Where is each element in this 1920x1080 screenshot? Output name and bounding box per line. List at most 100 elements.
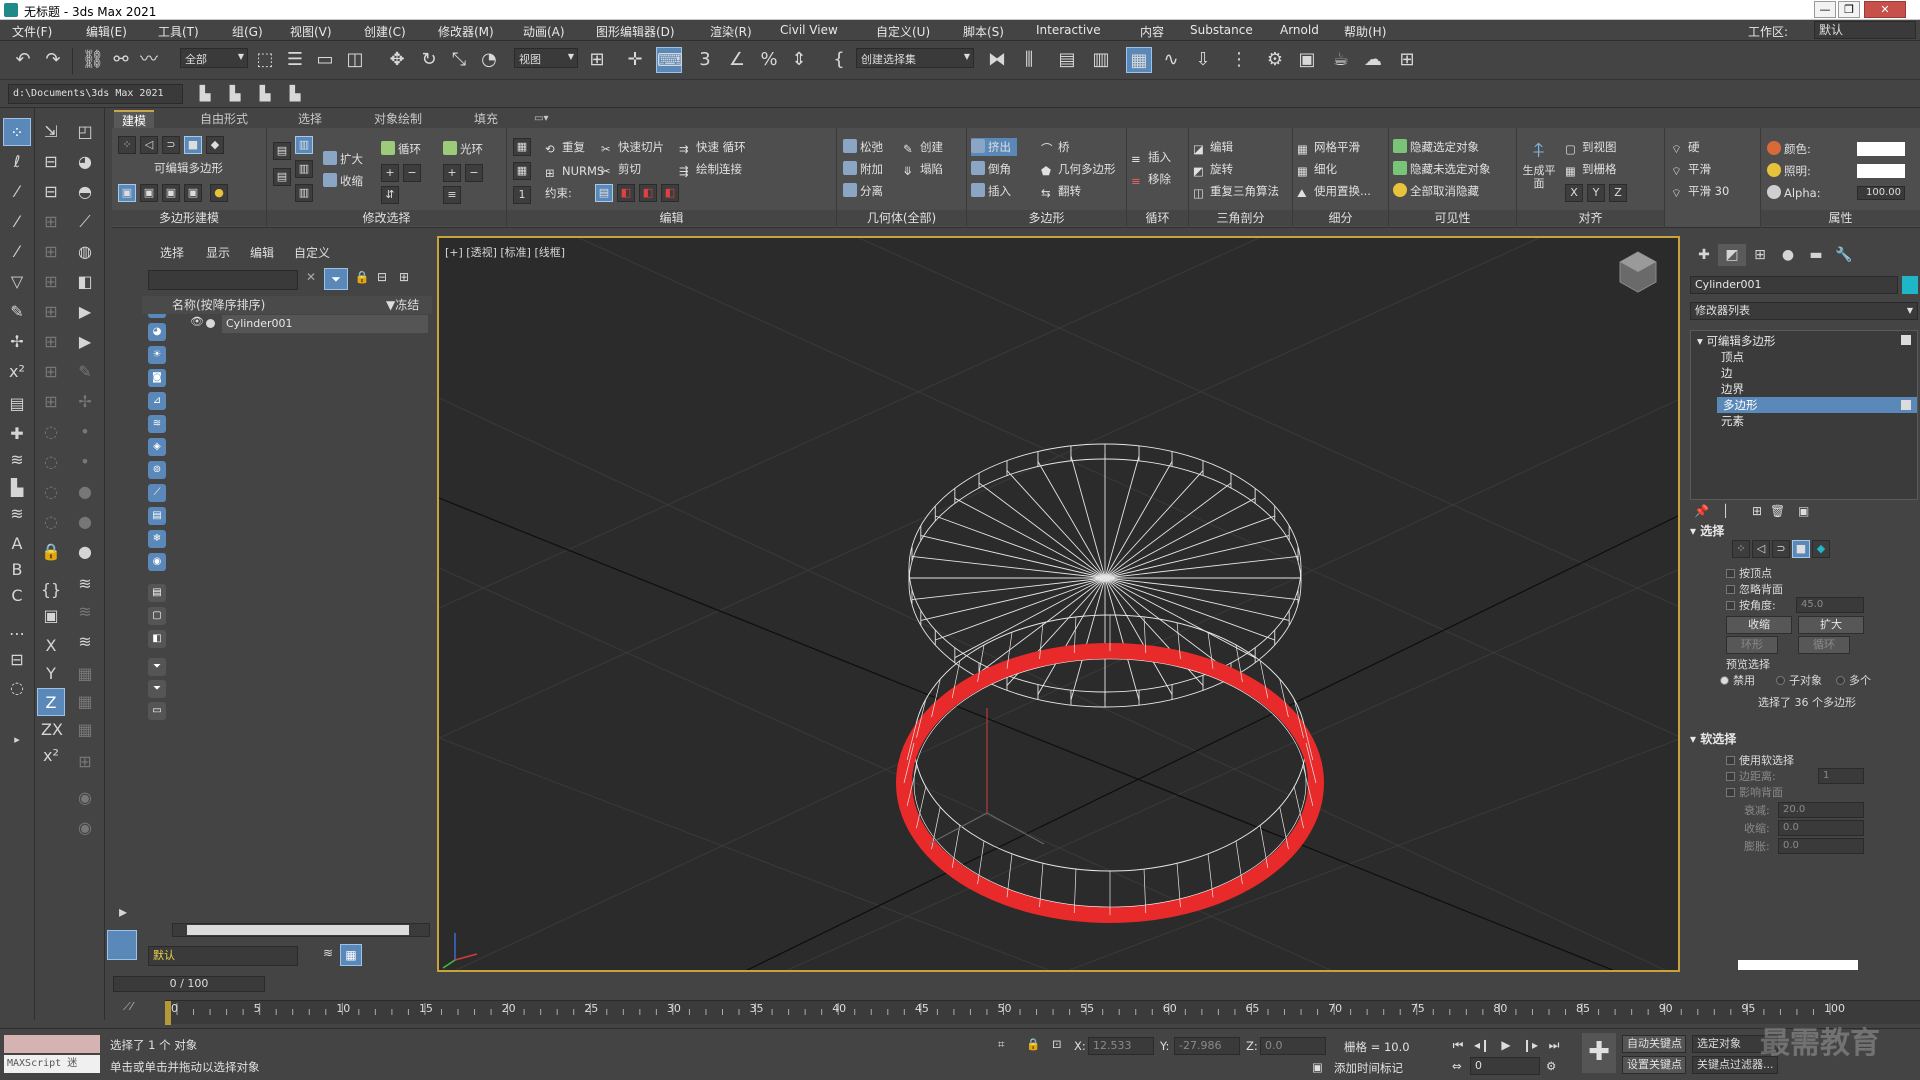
edge-distance-spinner[interactable]: 1 [1818, 768, 1864, 784]
geopoly-button[interactable]: ⬟ 几何多边形 [1041, 160, 1116, 178]
menu-views[interactable]: 视图(V) [290, 23, 332, 40]
scrollbar-thumb[interactable] [187, 925, 409, 935]
hierarchy-tab-icon[interactable]: ⊞ [1746, 244, 1774, 266]
tool2-f-icon[interactable]: ◓ [71, 178, 99, 206]
project-path-dropdown[interactable]: d:\Documents\3ds Max 2021 [8, 84, 183, 104]
alpha-input[interactable]: 100.00 [1857, 186, 1905, 200]
selection-filter-dropdown[interactable]: 全部 ▼ [180, 48, 248, 68]
select-manipulate-icon[interactable]: ✛ [622, 47, 648, 73]
clipboard-icon[interactable]: ▣ [37, 602, 65, 630]
detach-button[interactable]: 分离 [843, 182, 883, 200]
project-save-icon[interactable]: ▙ [282, 81, 308, 107]
tool2-z-icon[interactable]: ● [71, 478, 99, 506]
tool2-ah-icon[interactable]: ◉ [71, 784, 99, 812]
retriangulate-button[interactable]: ◫ 重复三角算法 [1193, 182, 1279, 200]
select-tool-icon[interactable]: ⁘ [3, 118, 31, 146]
y-coordinate-input[interactable]: -27.986 [1174, 1037, 1240, 1055]
flip-button[interactable]: ⇆ 翻转 [1041, 182, 1081, 200]
align-y-icon[interactable]: Y [1587, 184, 1605, 202]
se-menu-edit[interactable]: 编辑 [250, 244, 274, 261]
shrink-button[interactable]: 收缩 [323, 172, 363, 190]
tool2-af-icon[interactable]: ▦ [71, 716, 99, 744]
grow-button[interactable]: 扩大 [323, 150, 363, 168]
element-mode-icon[interactable]: ◆ [206, 136, 224, 154]
unhide-all-button[interactable]: 全部取消隐藏 [1393, 182, 1479, 200]
modsel-tool-b-icon[interactable]: ▥ [295, 136, 313, 154]
edit-spinner-icon[interactable]: 1 [513, 186, 531, 204]
filter-funnel-2-icon[interactable]: ⏷ [148, 680, 166, 698]
sel-border-icon[interactable]: ⊃ [1772, 540, 1790, 558]
layer-view-icon[interactable]: ⊞ [394, 270, 414, 290]
make-planar-label[interactable]: 生成平面 [1521, 164, 1557, 192]
render-setup-icon[interactable]: ⚙ [1262, 47, 1288, 73]
polygon-mode-icon[interactable]: ■ [184, 136, 202, 154]
tool2-n-icon[interactable]: ▶ [71, 298, 99, 326]
collapse-button[interactable]: ⤋ 塌陷 [903, 160, 943, 178]
modsel-tool-e-icon[interactable]: ▥ [295, 184, 313, 202]
scale-icon[interactable]: ⤡ [446, 47, 472, 73]
scene-explorer-icon[interactable]: ▦ [1126, 47, 1152, 73]
use-soft-checkbox[interactable]: 使用软选择 [1726, 752, 1794, 768]
filter-xrefs-icon[interactable]: ⊚ [148, 461, 166, 479]
grow-sel-button[interactable]: 扩大 [1798, 616, 1864, 634]
menu-scripting[interactable]: 脚本(S) [963, 23, 1004, 40]
axis-y-icon[interactable]: Y [37, 660, 65, 688]
filter-bones-icon[interactable]: ⟋ [148, 484, 166, 502]
trackbar-toggle-icon[interactable]: ⟋⁄ [123, 1000, 153, 1020]
poly-tool-1-icon[interactable]: ▣ [118, 184, 136, 202]
tool2-r-icon[interactable]: ✎ [71, 358, 99, 386]
poly-tool-3-icon[interactable]: ▣ [162, 184, 180, 202]
insert-loop-button[interactable]: ≡ 插入 [1131, 148, 1171, 166]
slice-icon[interactable]: ▙ [3, 474, 31, 502]
clear-search-icon[interactable]: ✕ [302, 270, 320, 290]
to-view-button[interactable]: ▢ 到视图 [1565, 138, 1617, 156]
undo-icon[interactable]: ↶ [10, 47, 36, 73]
create-tab-icon[interactable]: ✚ [1690, 244, 1718, 266]
maxscript-listener-input[interactable] [4, 1035, 100, 1053]
stack-item-polygon-toggle[interactable] [1901, 400, 1911, 410]
named-selection-dropdown[interactable]: 创建选择集 ▼ [856, 48, 974, 68]
link-icon[interactable]: ⛓ [80, 47, 106, 73]
project-folder-icon[interactable]: ▙ [192, 81, 218, 107]
border-mode-icon[interactable]: ⊃ [162, 136, 180, 154]
sel-vertex-icon[interactable]: ⁘ [1732, 540, 1750, 558]
repeat-button[interactable]: ⟲ 重复 [545, 138, 585, 156]
z-coordinate-input[interactable]: 0.0 [1260, 1037, 1326, 1055]
filter-folder-icon[interactable]: ▭ [148, 702, 166, 720]
by-vertex-checkbox[interactable]: 按顶点 [1726, 565, 1772, 581]
snaps-toggle-icon[interactable]: 3 [692, 47, 718, 73]
layer-dropdown[interactable]: 默认 [148, 946, 298, 966]
tool2-x-icon[interactable]: • [71, 448, 99, 476]
stack-4-icon[interactable]: ≋ [71, 598, 99, 626]
go-to-end-icon[interactable]: ⏭ [1544, 1035, 1564, 1055]
loop-button[interactable]: 循环 [381, 140, 421, 158]
nurms-button[interactable]: ⊞ NURMS [545, 162, 604, 180]
align-icon[interactable]: ⫼ [1016, 47, 1042, 73]
menu-file[interactable]: 文件(F) [12, 23, 52, 40]
bind-spacewarp-icon[interactable]: 〰 [136, 47, 162, 73]
stack-2-icon[interactable]: ≋ [3, 500, 31, 528]
vertex-mode-icon[interactable]: ⁘ [118, 136, 136, 154]
placement-icon[interactable]: ◔ [476, 47, 502, 73]
menu-create[interactable]: 创建(C) [364, 23, 406, 40]
explorer-toggle-icon[interactable]: ▦ [340, 944, 362, 966]
reference-coord-dropdown[interactable]: 视图 ▼ [514, 48, 578, 68]
poly-tool-2-icon[interactable]: ▣ [140, 184, 158, 202]
axis-x-icon[interactable]: X [37, 632, 65, 660]
constraint-edge-icon[interactable]: ◧ [617, 184, 635, 202]
tool2-s-icon[interactable]: ⊞ [37, 388, 65, 416]
smooth30-button[interactable]: ⌔ 平滑 30 [1671, 182, 1729, 200]
meshsmooth-button[interactable]: ▦ 网格平滑 [1297, 138, 1360, 156]
maxscript-mini-listener[interactable]: MAXScript 迷 [4, 1055, 100, 1073]
ring-sel-button[interactable]: 环形 [1726, 636, 1778, 654]
axis-zx-icon[interactable]: ZX [35, 716, 69, 744]
shrink-sel-button[interactable]: 收缩 [1726, 616, 1792, 634]
menu-arnold[interactable]: Arnold [1280, 23, 1319, 37]
filter-particles-icon[interactable]: ❄ [148, 530, 166, 548]
stack-3-icon[interactable]: ≋ [71, 570, 99, 598]
remove-modifier-icon[interactable]: 🗑 [1770, 504, 1785, 518]
utilities-tab-icon[interactable]: 🔧 [1830, 244, 1858, 266]
hide-selected-button[interactable]: 隐藏选定对象 [1393, 138, 1479, 156]
set-key-big-icon[interactable]: ✚ [1582, 1033, 1616, 1073]
unlink-icon[interactable]: ⚯ [108, 47, 134, 73]
